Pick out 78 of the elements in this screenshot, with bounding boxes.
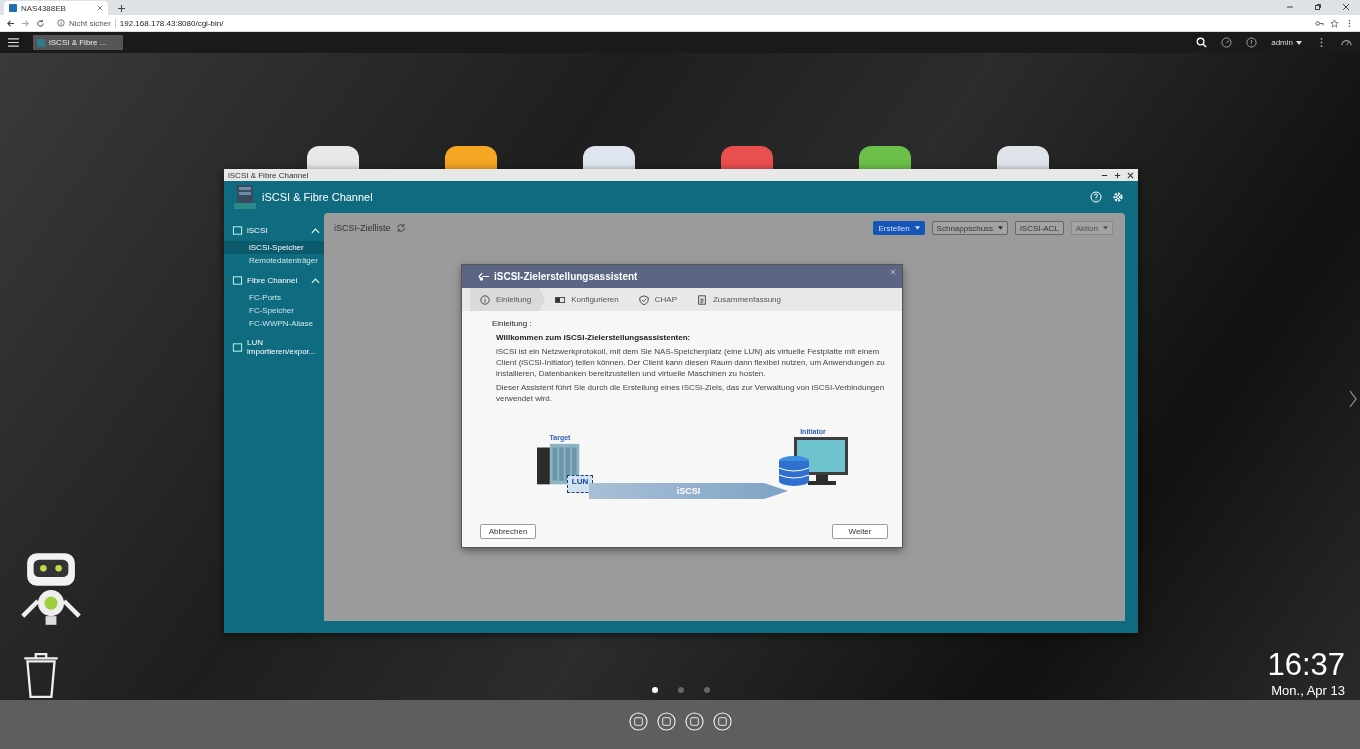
sidebar-item[interactable]: iSCSI-Speicher <box>224 241 324 254</box>
menu-icon[interactable] <box>8 38 19 47</box>
step-icon <box>480 294 490 305</box>
help-icon[interactable] <box>1090 191 1102 203</box>
section-heading: Einleitung : <box>492 319 533 328</box>
group-icon <box>232 225 243 236</box>
new-tab-icon[interactable] <box>118 5 125 12</box>
task-tab[interactable]: iSCSI & Fibre ... <box>33 35 123 50</box>
app-icon[interactable] <box>445 146 497 169</box>
app-icon[interactable] <box>997 146 1049 169</box>
wizard-step: Einleitung <box>470 288 546 311</box>
page-dot[interactable] <box>652 687 658 693</box>
cancel-button[interactable]: Abbrechen <box>480 524 536 539</box>
caret-icon <box>1296 40 1302 45</box>
close-icon[interactable] <box>97 5 103 11</box>
window-title: iSCSI & Fibre Channel <box>228 170 309 180</box>
step-icon <box>555 294 566 305</box>
browser-tab[interactable]: NAS4388EB <box>4 1 108 15</box>
clock-date: Mon., Apr 13 <box>1271 683 1345 698</box>
sidebar-item[interactable]: FC-WWPN-Aliase <box>224 317 324 330</box>
chevron-icon <box>311 277 320 284</box>
page-dot[interactable] <box>704 687 710 693</box>
computer-drawing <box>778 437 848 487</box>
app-icon[interactable] <box>307 146 359 169</box>
close-icon[interactable] <box>1127 171 1134 179</box>
app-icon[interactable] <box>583 146 635 169</box>
app-icon[interactable] <box>859 146 911 169</box>
key-icon[interactable] <box>1315 18 1324 28</box>
sidebar-item[interactable]: FC-Ports <box>224 291 324 304</box>
sidebar-item[interactable]: FC-Speicher <box>224 304 324 317</box>
welcome-text: Willkommen zum iSCSI-Zielerstellungsassistenten: <box>496 333 692 342</box>
refresh-icon[interactable] <box>395 223 406 233</box>
group-icon <box>232 341 243 353</box>
star-icon[interactable] <box>1330 18 1339 28</box>
lun-badge: LUN <box>567 475 593 493</box>
dialog-title: iSCSI-Zielerstellungsassistent <box>494 271 638 282</box>
clock-time: 16:37 <box>1267 647 1345 683</box>
sidebar-item[interactable]: Remotedatenträger <box>224 254 324 267</box>
sidebar-group[interactable]: Fibre Channel <box>224 270 324 291</box>
next-button[interactable]: Weiter <box>832 524 888 539</box>
sidebar-group[interactable]: LUN importieren/expor... <box>224 333 324 361</box>
step-icon <box>638 294 649 305</box>
sidebar-group[interactable]: iSCSI <box>224 220 324 241</box>
close-icon[interactable] <box>1342 3 1350 11</box>
alert-icon[interactable] <box>1246 37 1258 48</box>
info-icon <box>57 19 65 27</box>
browser-tab-title: NAS4388EB <box>21 3 67 13</box>
step-icon <box>696 294 707 305</box>
protocol-label: iSCSI <box>676 486 701 496</box>
wizard-step: Konfigurieren <box>545 288 629 311</box>
dashboard-icon[interactable] <box>1341 37 1352 48</box>
wizard-step: Zusammenfassung <box>686 288 791 311</box>
intro-paragraph: iSCSI ist ein Netzwerkprotokoll, mit dem Sie NAS-Speicherplatz (eine LUN) als virtuelle Festplatte mit einem Client (iSCSI-Initiator) teilen können. Der Client kann diesen Raum dann flexibel nutzen, um Anwendungen zu installieren, Datenbanken bereitzustellen und virtuelle Maschinen zu hosten. <box>496 346 886 379</box>
app-icon <box>37 38 45 47</box>
back-icon[interactable] <box>6 18 15 28</box>
robot-icon[interactable] <box>18 551 84 627</box>
maximize-icon[interactable] <box>1114 171 1121 179</box>
gauge-icon[interactable] <box>1221 37 1233 48</box>
nas-favicon-icon <box>9 4 17 12</box>
server-icon <box>234 184 256 210</box>
trash-icon[interactable] <box>22 651 60 699</box>
toolbar-button[interactable]: iSCSI-ACL <box>1015 221 1064 235</box>
address-bar[interactable]: Nicht sicher 192.168.178.43:8080/cgi-bin/ <box>51 18 230 28</box>
content-title: iSCSI-Zielliste <box>334 223 391 233</box>
toolbar-button[interactable]: Schnappschuss <box>931 221 1009 235</box>
group-icon <box>232 275 243 286</box>
toolbar-button[interactable]: Erstellen <box>873 221 925 235</box>
page-dot[interactable] <box>678 687 684 693</box>
restore-icon[interactable] <box>1314 3 1322 11</box>
app-title: iSCSI & Fibre Channel <box>262 191 373 203</box>
reload-icon[interactable] <box>36 18 45 28</box>
chevron-right-icon[interactable] <box>1348 389 1358 409</box>
intro-paragraph: Dieser Assistent führt Sie durch die Erstellung eines iSCSI-Ziels, das zur Verwaltung von iSCSI-Verbindungen verwendet wird. <box>496 382 886 404</box>
wizard-step: CHAP <box>628 288 687 311</box>
user-menu[interactable]: admin <box>1271 38 1302 47</box>
settings-icon[interactable] <box>1112 191 1124 203</box>
chevron-icon <box>311 227 320 234</box>
search-icon[interactable] <box>1196 37 1208 48</box>
